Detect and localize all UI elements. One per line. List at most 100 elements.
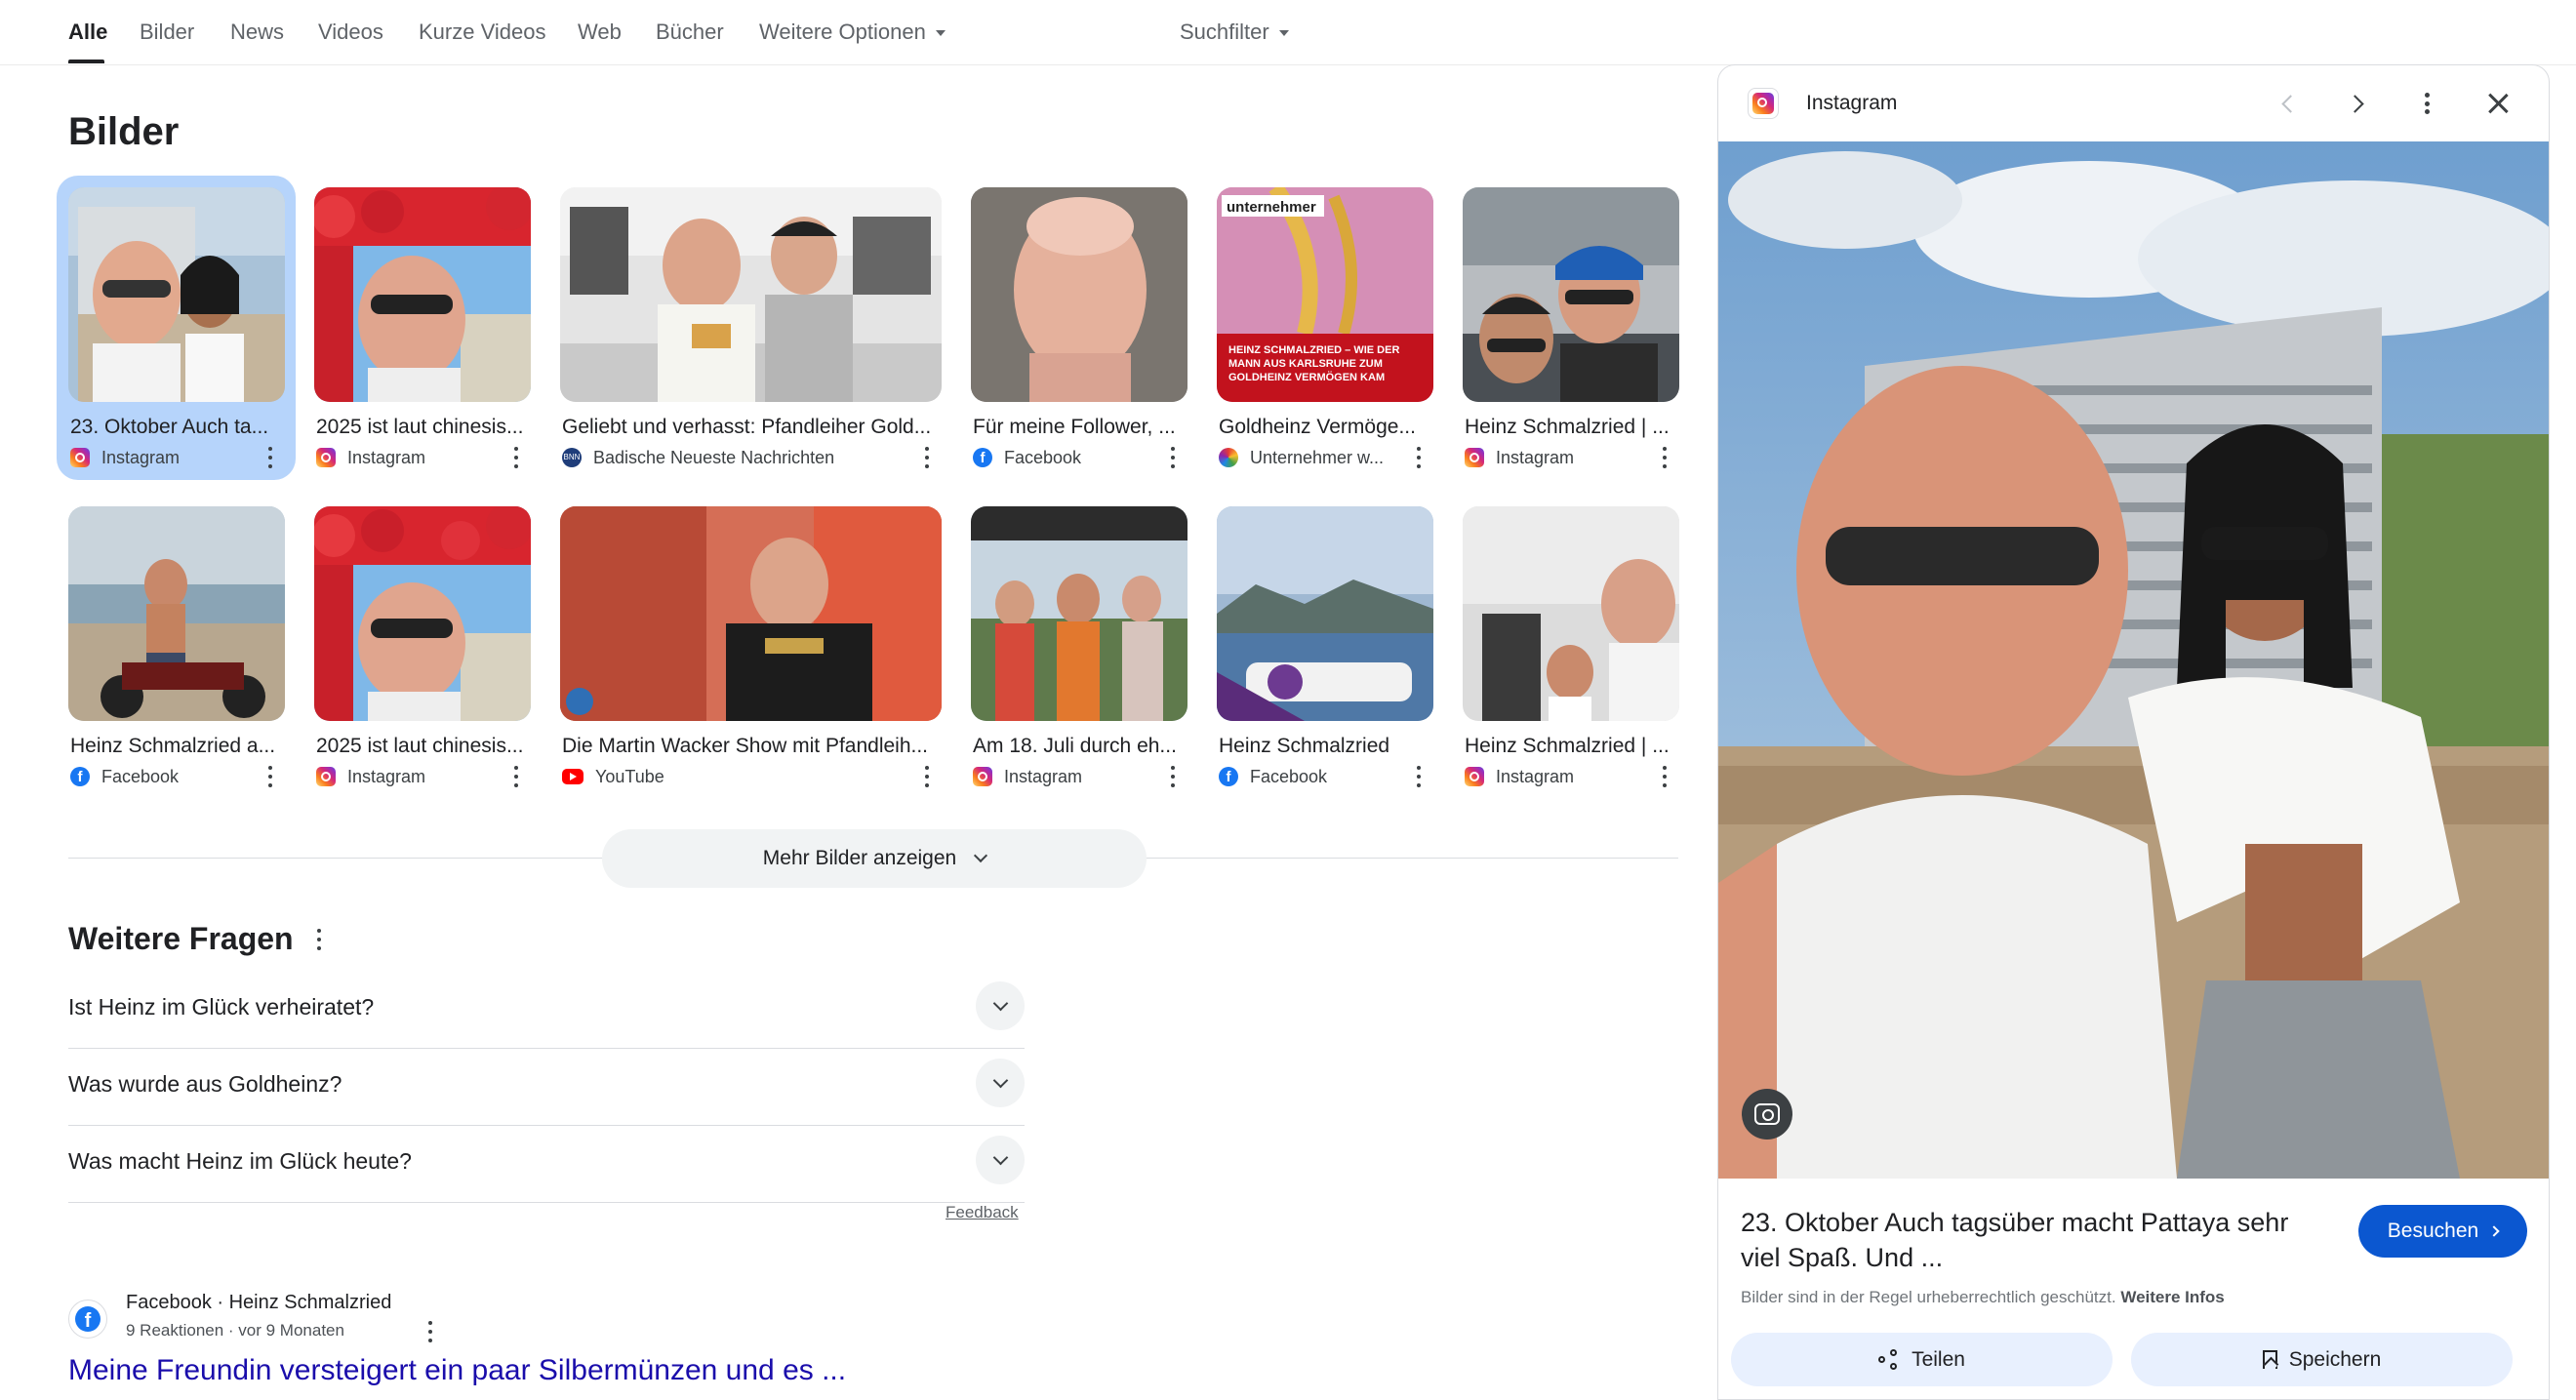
question-item[interactable]: Ist Heinz im Glück verheiratet? [68,972,1025,1049]
google-lens-button[interactable] [1742,1089,1792,1140]
image-result-card[interactable]: Die Martin Wacker Show mit Pfandleih... … [560,506,942,787]
image-source: YouTube [562,765,664,788]
image-thumbnail[interactable] [560,506,942,721]
instagram-icon [1465,448,1484,467]
source-favicon [1748,88,1779,119]
lens-icon [1754,1103,1780,1125]
image-title[interactable]: Heinz Schmalzried | ... [1465,416,1681,439]
more-images-label: Mehr Bilder anzeigen [762,847,957,869]
image-thumbnail[interactable] [314,506,531,721]
preview-image[interactable] [1718,141,2549,1179]
image-result-card[interactable]: 2025 ist laut chinesis... Instagram [314,187,553,468]
image-thumbnail[interactable] [68,506,285,721]
more-options-icon[interactable] [1168,766,1178,787]
previous-button[interactable] [2268,84,2307,123]
close-button[interactable] [2478,84,2517,123]
tab-alle[interactable]: Alle [68,20,107,45]
question-item[interactable]: Was wurde aus Goldheinz? [68,1049,1025,1126]
tab-news[interactable]: News [230,20,284,45]
more-options-icon[interactable] [922,766,932,787]
facebook-icon: f [1219,767,1238,786]
feedback-link[interactable]: Feedback [946,1203,1019,1222]
image-title[interactable]: Heinz Schmalzried [1219,735,1435,758]
share-button[interactable]: Teilen [1731,1333,2113,1386]
more-info-link[interactable]: Weitere Infos [2120,1288,2224,1306]
visit-button[interactable]: Besuchen [2358,1205,2527,1258]
image-source: Instagram [1465,446,1574,469]
chevron-down-icon[interactable] [976,981,1025,1030]
image-source: f Facebook [973,446,1081,469]
image-thumbnail[interactable]: unternehmer HEINZ SCHMALZRIED – WIE DER … [1217,187,1433,402]
image-result-card[interactable]: 23. Oktober Auch ta... Instagram [57,176,307,480]
tab-videos[interactable]: Videos [318,20,383,45]
more-options-icon[interactable] [314,929,324,950]
image-result-card[interactable]: Am 18. Juli durch eh... Instagram [971,506,1210,787]
tab-web[interactable]: Web [578,20,622,45]
question-item[interactable]: Was macht Heinz im Glück heute? [68,1126,1025,1203]
chevron-left-icon [2280,94,2300,113]
tab-weitere-optionen[interactable]: Weitere Optionen [759,20,946,45]
image-thumbnail[interactable] [971,506,1187,721]
image-result-card[interactable]: 2025 ist laut chinesis... Instagram [314,506,553,787]
image-title[interactable]: 23. Oktober Auch ta... [70,416,287,439]
caret-down-icon [1278,30,1289,37]
image-result-card[interactable]: Heinz Schmalzried | ... Instagram [1463,506,1702,787]
more-options-icon[interactable] [1660,447,1670,468]
more-options-icon[interactable] [265,447,275,468]
image-title[interactable]: Für meine Follower, ... [973,416,1189,439]
more-options-icon[interactable] [511,447,521,468]
more-options-icon[interactable] [1414,766,1424,787]
image-caption[interactable]: 23. Oktober Auch tagsüber macht Pattaya … [1741,1205,2326,1275]
image-thumbnail[interactable] [1217,506,1433,721]
image-result-card[interactable]: Für meine Follower, ... f Facebook [971,187,1210,468]
more-options-icon[interactable] [1168,447,1178,468]
more-options-icon[interactable] [922,447,932,468]
suchfilter-button[interactable]: Suchfilter [1180,20,1289,45]
result-site-name[interactable]: Facebook · Heinz Schmalzried [126,1292,391,1314]
search-tabs-bar: Alle Bilder News Videos Kurze Videos Web… [0,0,2576,65]
image-title[interactable]: 2025 ist laut chinesis... [316,416,533,439]
image-thumbnail[interactable] [560,187,942,402]
image-thumbnail[interactable] [1463,187,1679,402]
more-options-icon[interactable] [1660,766,1670,787]
result-title-link[interactable]: Meine Freundin versteigert ein paar Silb… [68,1354,846,1387]
chevron-down-icon[interactable] [976,1136,1025,1184]
more-options-icon[interactable] [1414,447,1424,468]
image-source: Instagram [973,765,1082,788]
tab-kurze-videos[interactable]: Kurze Videos [419,20,545,45]
save-button[interactable]: Speichern [2131,1333,2513,1386]
panel-source-name[interactable]: Instagram [1806,92,1897,115]
image-title[interactable]: Die Martin Wacker Show mit Pfandleih... [562,735,944,758]
source-name: Instagram [1496,766,1575,786]
image-result-card[interactable]: unternehmer HEINZ SCHMALZRIED – WIE DER … [1217,187,1456,468]
more-options-icon[interactable] [265,766,275,787]
image-title[interactable]: Heinz Schmalzried a... [70,735,287,758]
instagram-icon [1465,767,1484,786]
source-name: Instagram [101,447,181,467]
image-result-card[interactable]: Heinz Schmalzried | ... Instagram [1463,187,1702,468]
image-thumbnail[interactable] [314,187,531,402]
next-button[interactable] [2338,84,2377,123]
image-result-card[interactable]: Heinz Schmalzried a... f Facebook [68,506,307,787]
image-title[interactable]: 2025 ist laut chinesis... [316,735,533,758]
more-vert-icon [2424,93,2430,114]
image-title[interactable]: Heinz Schmalzried | ... [1465,735,1681,758]
instagram-icon [1752,93,1774,114]
image-title[interactable]: Goldheinz Vermöge... [1219,416,1435,439]
more-images-button[interactable]: Mehr Bilder anzeigen [602,829,1147,888]
image-thumbnail[interactable] [1463,506,1679,721]
tab-bilder[interactable]: Bilder [140,20,194,45]
more-options-icon[interactable] [425,1321,435,1342]
tab-buecher[interactable]: Bücher [656,20,724,45]
image-result-card[interactable]: Heinz Schmalzried f Facebook [1217,506,1456,787]
image-thumbnail[interactable] [971,187,1187,402]
caret-down-icon [935,30,946,37]
image-title[interactable]: Geliebt und verhasst: Pfandleiher Gold..… [562,416,944,439]
image-thumbnail[interactable] [68,187,285,402]
image-result-card[interactable]: Geliebt und verhasst: Pfandleiher Gold..… [560,187,942,468]
chevron-down-icon[interactable] [976,1059,1025,1107]
image-title[interactable]: Am 18. Juli durch eh... [973,735,1189,758]
share-label: Teilen [1912,1347,1965,1371]
more-options-icon[interactable] [511,766,521,787]
more-options-button[interactable] [2407,84,2446,123]
